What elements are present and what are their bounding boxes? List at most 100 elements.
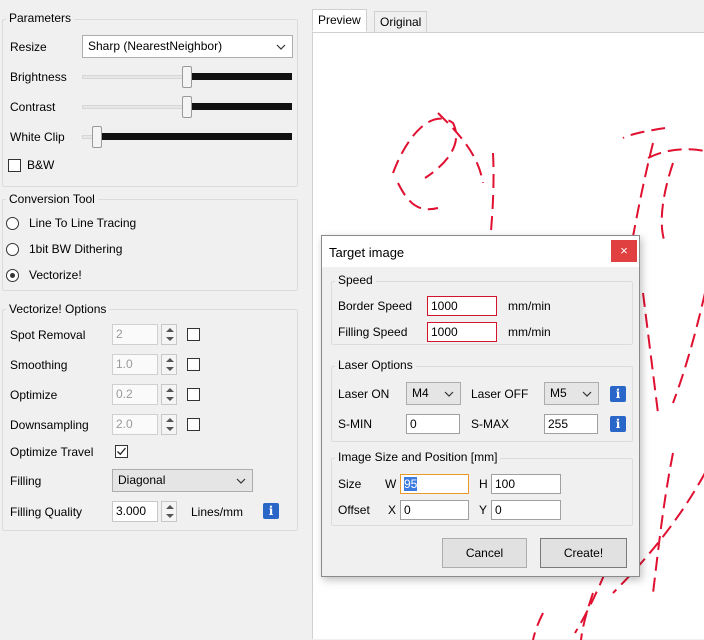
whiteclip-thumb[interactable] <box>92 126 102 148</box>
tab-original[interactable]: Original <box>374 11 428 34</box>
spot-removal-spinner[interactable] <box>161 324 177 345</box>
smoothing-label: Smoothing <box>10 358 68 372</box>
close-icon: × <box>620 243 628 258</box>
downsampling-input[interactable]: 2.0 <box>112 414 158 435</box>
bw-checkbox[interactable] <box>8 159 21 172</box>
laser-options-title: Laser Options <box>335 358 416 373</box>
optimize-label: Optimize <box>10 388 58 402</box>
whiteclip-slider[interactable] <box>82 124 294 150</box>
filling-quality-input[interactable]: 3.000 <box>112 501 158 522</box>
optimize-travel-label: Optimize Travel <box>10 445 94 459</box>
spin-down-icon <box>166 337 174 341</box>
resize-label: Resize <box>10 40 47 54</box>
optimize-travel-checkbox[interactable] <box>115 445 128 458</box>
spin-down-icon <box>166 514 174 518</box>
spin-down-icon <box>166 397 174 401</box>
optimize-input[interactable]: 0.2 <box>112 384 158 405</box>
create-button[interactable]: Create! <box>540 538 627 568</box>
w-label: W <box>385 477 397 491</box>
width-input-value: 95 <box>404 477 418 491</box>
smax-label: S-MAX <box>471 417 510 431</box>
radio-line-to-line[interactable] <box>6 217 19 230</box>
dialog-close-button[interactable]: × <box>611 240 637 262</box>
spot-removal-checkbox[interactable] <box>187 328 200 341</box>
brightness-track-left <box>82 75 186 79</box>
spin-up-icon <box>166 505 174 509</box>
smoothing-spinner[interactable] <box>161 354 177 375</box>
offset-label: Offset <box>338 503 370 517</box>
info-icon[interactable]: i <box>263 503 279 519</box>
spin-up-icon <box>166 328 174 332</box>
image-size-title: Image Size and Position [mm] <box>335 450 501 465</box>
checkmark-icon <box>117 447 127 456</box>
smoothing-input[interactable]: 1.0 <box>112 354 158 375</box>
filling-quality-spinner[interactable] <box>161 501 177 522</box>
dialog-titlebar: Target image × <box>322 236 639 267</box>
filling-speed-unit: mm/min <box>508 325 551 339</box>
downsampling-spinner[interactable] <box>161 414 177 435</box>
spin-up-icon <box>166 358 174 362</box>
optimize-checkbox[interactable] <box>187 388 200 401</box>
smax-input[interactable]: 255 <box>544 414 598 434</box>
radio-bw-dithering[interactable] <box>6 243 19 256</box>
spin-down-icon <box>166 427 174 431</box>
vectorize-title: Vectorize! Options <box>6 302 110 317</box>
size-label: Size <box>338 477 362 491</box>
whiteclip-label: White Clip <box>10 130 65 144</box>
width-input[interactable]: 95 <box>400 474 469 494</box>
target-image-dialog: Target image × Speed Border Speed 1000 m… <box>321 235 640 577</box>
contrast-thumb[interactable] <box>182 96 192 118</box>
conversion-title: Conversion Tool <box>6 192 98 207</box>
spot-removal-label: Spot Removal <box>10 328 86 342</box>
laser-on-select[interactable]: M4 <box>406 382 461 405</box>
laser-off-select[interactable]: M5 <box>544 382 599 405</box>
tab-preview[interactable]: Preview <box>312 9 367 32</box>
smin-input[interactable]: 0 <box>406 414 460 434</box>
contrast-track-right <box>186 103 292 110</box>
whiteclip-track-right <box>96 133 292 140</box>
filling-speed-input[interactable]: 1000 <box>427 322 497 342</box>
brightness-track-right <box>186 73 292 80</box>
spin-up-icon <box>166 418 174 422</box>
contrast-slider[interactable] <box>82 94 294 120</box>
optimize-spinner[interactable] <box>161 384 177 405</box>
radio-vectorize-label: Vectorize! <box>29 268 82 282</box>
border-speed-unit: mm/min <box>508 299 551 313</box>
radio-vectorize[interactable] <box>6 269 19 282</box>
radio-line-to-line-label: Line To Line Tracing <box>29 216 137 230</box>
smoothing-checkbox[interactable] <box>187 358 200 371</box>
offset-y-input[interactable]: 0 <box>491 500 561 520</box>
spin-down-icon <box>166 367 174 371</box>
chevron-down-icon <box>270 36 292 57</box>
y-label: Y <box>479 503 488 517</box>
downsampling-checkbox[interactable] <box>187 418 200 431</box>
spot-removal-input[interactable]: 2 <box>112 324 158 345</box>
radio-selected-dot <box>10 273 15 278</box>
x-label: X <box>388 503 397 517</box>
offset-x-input[interactable]: 0 <box>400 500 469 520</box>
laser-on-value: M4 <box>412 386 429 400</box>
parameters-title: Parameters <box>6 11 75 26</box>
filling-speed-label: Filling Speed <box>338 325 408 339</box>
bw-label: B&W <box>27 158 55 172</box>
contrast-track-left <box>82 105 186 109</box>
cancel-button[interactable]: Cancel <box>442 538 527 568</box>
smax-info-icon[interactable]: i <box>610 416 626 432</box>
resize-select[interactable]: Sharp (NearestNeighbor) <box>82 35 293 58</box>
brightness-thumb[interactable] <box>182 66 192 88</box>
dialog-title: Target image <box>329 245 405 260</box>
border-speed-input[interactable]: 1000 <box>427 296 497 316</box>
radio-bw-dithering-label: 1bit BW Dithering <box>29 242 123 256</box>
laser-info-icon[interactable]: i <box>610 386 626 402</box>
height-input[interactable]: 100 <box>491 474 561 494</box>
border-speed-label: Border Speed <box>338 299 413 313</box>
laser-off-value: M5 <box>550 386 567 400</box>
filling-label: Filling <box>10 474 42 488</box>
brightness-slider[interactable] <box>82 64 294 90</box>
filling-quality-label: Filling Quality <box>10 505 83 519</box>
downsampling-label: Downsampling <box>10 418 89 432</box>
filling-select[interactable]: Diagonal <box>112 469 253 492</box>
laser-on-label: Laser ON <box>338 387 390 401</box>
speed-title: Speed <box>335 273 376 288</box>
chevron-down-icon <box>576 383 598 404</box>
